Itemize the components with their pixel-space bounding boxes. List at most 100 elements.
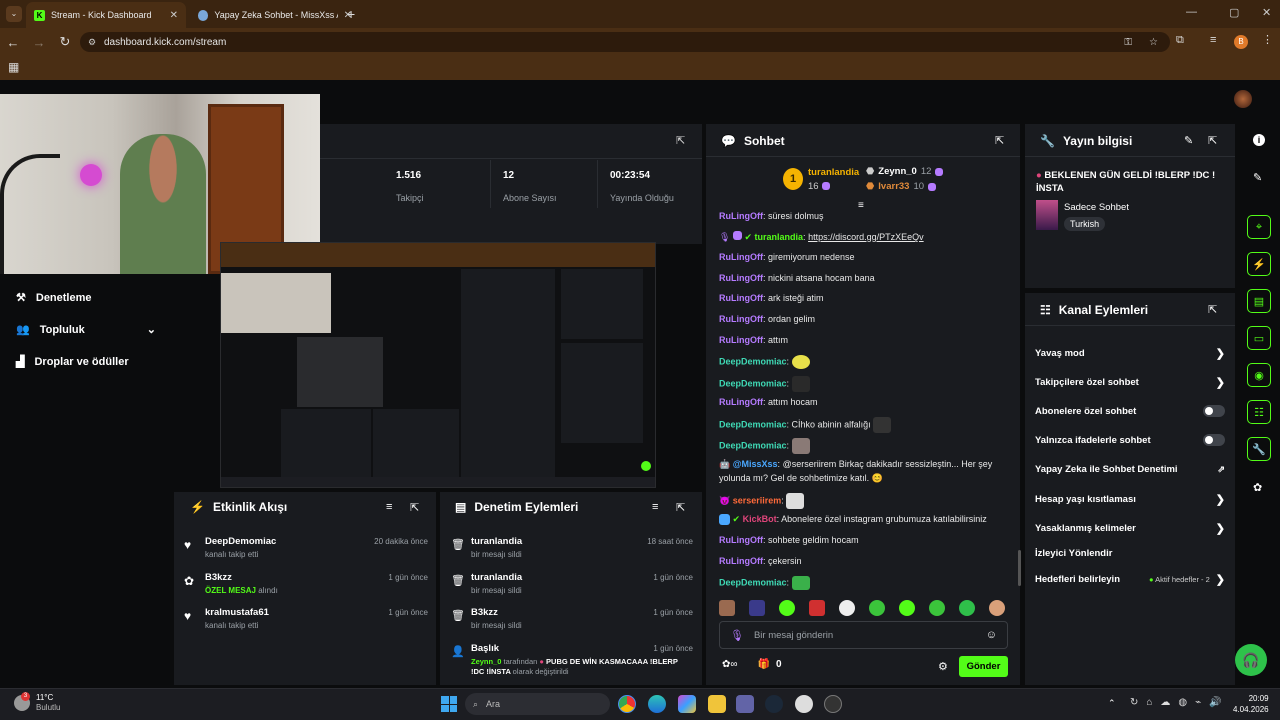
steam-icon[interactable] [765, 695, 783, 713]
emoji-icon[interactable]: ☺ [986, 629, 997, 641]
popout-icon[interactable]: ⇱ [1208, 303, 1217, 316]
banned-words-row[interactable]: Yasaklanmış kelimeler ❯ [1035, 522, 1225, 535]
chat-user[interactable]: RuLingOff [719, 252, 763, 262]
clipboard-icon[interactable]: ▤ [1247, 289, 1271, 313]
popout-icon[interactable]: ⇱ [995, 134, 1004, 147]
emote-icon[interactable] [899, 600, 915, 616]
layout-icon[interactable]: ☷ [1247, 400, 1271, 424]
infinity-kicks-icon[interactable]: ✿∞ [722, 659, 738, 670]
app-icon[interactable] [795, 695, 813, 713]
emote-icon[interactable] [989, 600, 1005, 616]
close-window-icon[interactable]: ✕ [1262, 6, 1271, 19]
file-explorer-icon[interactable] [708, 695, 726, 713]
tab-list-button[interactable]: ⌄ [6, 6, 22, 22]
emote-icon[interactable] [779, 600, 795, 616]
popout-icon[interactable]: ⇱ [410, 501, 419, 514]
chat-link[interactable]: https://discord.gg/PTzXEeQv [808, 232, 924, 242]
popout-icon[interactable]: ⇱ [676, 501, 685, 514]
chat-user[interactable]: DeepDemomiac [719, 577, 787, 587]
kicks-icon[interactable]: ✿ [1253, 481, 1262, 494]
taskbar-search[interactable]: ⌕ Ara [465, 693, 610, 715]
chat-user[interactable]: RuLingOff [719, 556, 763, 566]
emote-icon[interactable] [809, 600, 825, 616]
emote-icon[interactable] [719, 600, 735, 616]
reload-icon[interactable]: ↻ [52, 34, 78, 50]
forward-icon[interactable]: → [26, 35, 52, 50]
pencil-icon[interactable]: ✎ [1253, 171, 1262, 184]
chat-user[interactable]: RuLingOff [719, 211, 763, 221]
raid-row[interactable]: İzleyici Yönlendir [1035, 548, 1225, 559]
start-button[interactable] [441, 696, 457, 712]
minimize-window-icon[interactable]: — [1186, 6, 1197, 18]
weather-widget[interactable]: 3 11°C Bulutlu [14, 692, 60, 713]
browser-menu-icon[interactable]: ⋮ [1262, 33, 1273, 46]
chat-settings-icon[interactable]: ⚙ [938, 660, 948, 673]
ai-moderation-row[interactable]: Yapay Zeka ile Sohbet Denetimi ⇗ [1035, 464, 1225, 475]
collapse-gifters-icon[interactable]: ≡ [858, 200, 864, 211]
extensions-icon[interactable]: ⧉ [1176, 34, 1184, 47]
nav-item-moderation[interactable]: ⚒ Denetleme [16, 291, 92, 305]
url-bar[interactable]: ⚙ dashboard.kick.com/stream ⚿ ☆ [80, 32, 1170, 52]
back-icon[interactable]: ← [0, 35, 26, 50]
tab-ai-chat[interactable]: Yapay Zeka Sohbet - MissXss Al ✕ [190, 2, 360, 28]
chat-user[interactable]: serseriirem [733, 495, 782, 505]
emote-icon[interactable] [839, 600, 855, 616]
chat-user[interactable]: RuLingOff [719, 293, 763, 303]
chat-user[interactable]: KickBot [743, 514, 777, 524]
goals-row[interactable]: Hedefleri belirleyin ● Aktif hedefler - … [1035, 573, 1225, 586]
chat-user[interactable]: DeepDemomiac [719, 440, 787, 450]
key-icon[interactable]: ⚿ [1124, 37, 1132, 48]
chat-user[interactable]: RuLingOff [719, 335, 763, 345]
chat-user[interactable]: RuLingOff [719, 314, 763, 324]
gift-box-icon[interactable]: 🎁 [758, 659, 770, 670]
expand-preview-icon[interactable]: ⇱ [676, 134, 685, 147]
new-tab-button[interactable]: + [347, 6, 355, 22]
chat-icon[interactable]: ▭ [1247, 326, 1271, 350]
user-avatar[interactable] [1234, 90, 1252, 108]
chat-user[interactable]: RuLingOff [719, 273, 763, 283]
filter-icon[interactable]: ≡ [386, 501, 392, 513]
chat-user[interactable]: turanlandia [755, 232, 804, 242]
followers-only-row[interactable]: Takipçilere özel sohbet ❯ [1035, 376, 1225, 389]
filter-icon[interactable]: ≡ [652, 501, 658, 513]
support-chat-button[interactable]: 🎧 [1235, 644, 1267, 676]
copilot-icon[interactable] [678, 695, 696, 713]
obs-icon[interactable] [824, 695, 842, 713]
subscribers-only-toggle[interactable] [1203, 405, 1225, 417]
clock[interactable]: 20:09 4.04.2026 [1233, 693, 1269, 715]
chat-user[interactable]: @MissXss [733, 459, 778, 469]
edge-icon[interactable] [648, 695, 666, 713]
close-tab-icon[interactable]: ✕ [170, 10, 178, 21]
emote-icon[interactable] [749, 600, 765, 616]
wrench-icon[interactable]: 🔧 [1247, 437, 1271, 461]
reading-list-icon[interactable]: ≡ [1210, 34, 1216, 46]
apps-grid-icon[interactable]: ▦ [8, 60, 19, 74]
chat-user[interactable]: DeepDemomiac [719, 356, 787, 366]
scan-icon[interactable]: ⌖ [1247, 215, 1271, 239]
emote-icon[interactable] [869, 600, 885, 616]
emote-icon[interactable] [959, 600, 975, 616]
chat-input[interactable]: 🎙 Bir mesaj gönderin ☺ [719, 621, 1008, 649]
lightning-icon[interactable]: ⚡ [1247, 252, 1271, 276]
chrome-icon[interactable] [618, 695, 636, 713]
tab-kick-dashboard[interactable]: K Stream - Kick Dashboard ✕ [26, 2, 186, 28]
chat-user[interactable]: RuLingOff [719, 535, 763, 545]
slow-mode-row[interactable]: Yavaş mod ❯ [1035, 347, 1225, 360]
chat-user[interactable]: RuLingOff [719, 397, 763, 407]
emote-icon[interactable] [929, 600, 945, 616]
send-button[interactable]: Gönder [959, 656, 1008, 677]
emote-only-toggle[interactable] [1203, 434, 1225, 446]
bookmark-star-icon[interactable]: ☆ [1149, 37, 1158, 48]
chat-user[interactable]: DeepDemomiac [719, 419, 787, 429]
teams-icon[interactable] [736, 695, 754, 713]
profile-avatar[interactable]: B [1234, 35, 1248, 49]
nav-item-community[interactable]: 👥 Topluluk ⌄ [16, 323, 156, 337]
nav-item-drops[interactable]: ▟ Droplar ve ödüller [16, 355, 129, 369]
popout-icon[interactable]: ⇱ [1208, 134, 1217, 147]
tray-chevron-icon[interactable]: ⌃ [1108, 698, 1116, 709]
site-info-icon[interactable]: ⚙ [88, 37, 96, 48]
tray-icons[interactable]: ↻⌂☁◍⌁🔊 [1130, 697, 1230, 708]
edit-icon[interactable]: ✎ [1184, 134, 1193, 147]
broadcast-icon[interactable]: ◉ [1247, 363, 1271, 387]
account-age-row[interactable]: Hesap yaşı kısıtlaması ❯ [1035, 493, 1225, 506]
